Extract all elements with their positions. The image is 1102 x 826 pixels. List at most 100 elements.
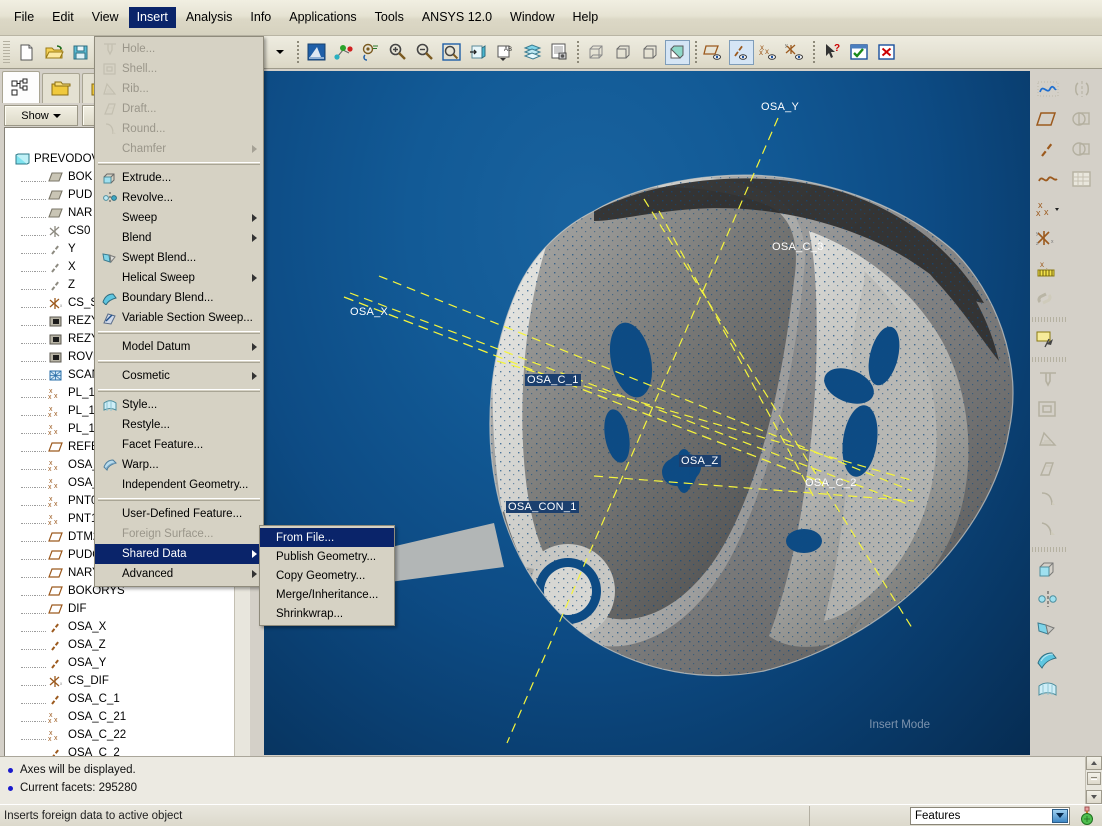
zoom-in-icon[interactable]	[385, 40, 410, 65]
insert-menu-item-advanced[interactable]: Advanced	[95, 564, 263, 584]
insert-menu-item-style[interactable]: Style...	[95, 395, 263, 415]
shared-data-submenu[interactable]: From File... Publish Geometry... Copy Geom…	[259, 525, 395, 626]
folder-browser-tab[interactable]	[42, 73, 80, 103]
appearance-icon[interactable]	[520, 40, 545, 65]
insert-menu-item-restyle[interactable]: Restyle...	[95, 415, 263, 435]
wireframe-icon[interactable]	[584, 40, 609, 65]
scroll-down-button[interactable]	[1086, 790, 1102, 804]
datum-axis-icon[interactable]	[1032, 135, 1064, 163]
insert-menu-item-revolve[interactable]: Revolve...	[95, 188, 263, 208]
menu-ansys[interactable]: ANSYS 12.0	[414, 7, 500, 28]
datum-axis-display-icon[interactable]	[729, 39, 754, 65]
show-button[interactable]: Show	[4, 105, 78, 126]
insert-menu-item-variable-section-sweep[interactable]: Variable Section Sweep...	[95, 308, 263, 328]
saved-view-icon[interactable]	[466, 40, 491, 65]
datum-point-icon[interactable]: xxx	[1032, 195, 1064, 223]
menu-insert[interactable]: Insert	[128, 7, 176, 28]
insert-menu-item-cosmetic[interactable]: Cosmetic	[95, 366, 263, 386]
style-icon[interactable]	[1032, 675, 1064, 703]
menu-applications[interactable]: Applications	[281, 7, 364, 28]
select-dropdown-icon[interactable]	[267, 40, 292, 65]
datum-curve-icon[interactable]	[1032, 165, 1064, 193]
datum-plane-icon[interactable]	[1032, 105, 1064, 133]
shared-data-item-merge-inheritance[interactable]: Merge/Inheritance...	[260, 585, 394, 604]
insert-menu-item-facet-feature[interactable]: Facet Feature...	[95, 435, 263, 455]
tree-item-dif[interactable]: DIF	[5, 600, 233, 618]
new-file-icon[interactable]	[14, 40, 39, 65]
rib-icon[interactable]	[1032, 425, 1064, 453]
toolbar-grip[interactable]	[3, 41, 10, 63]
chamfer-icon[interactable]	[1032, 515, 1064, 543]
draft-icon[interactable]	[1032, 455, 1064, 483]
model-tree-tab[interactable]	[2, 71, 40, 103]
hidden-line-icon[interactable]	[611, 40, 636, 65]
tree-item-osa-c-21[interactable]: x x x OSA_C_21	[5, 708, 233, 726]
zoom-out-icon[interactable]	[412, 40, 437, 65]
shared-data-item-shrinkwrap[interactable]: Shrinkwrap...	[260, 604, 394, 623]
insert-menu-item-shared-data[interactable]: Shared Data	[95, 544, 263, 564]
insert-menu-item-warp[interactable]: Warp...	[95, 455, 263, 475]
insert-menu-item-independent-geometry[interactable]: Independent Geometry...	[95, 475, 263, 495]
reorient-icon[interactable]	[358, 40, 383, 65]
extrude-icon[interactable]	[1032, 555, 1064, 583]
hole-icon[interactable]	[1032, 365, 1064, 393]
render-icon[interactable]	[547, 40, 572, 65]
accept-icon[interactable]	[847, 40, 872, 65]
tree-item-osa-z[interactable]: OSA_Z	[5, 636, 233, 654]
insert-menu-item-swept-blend[interactable]: Swept Blend...	[95, 248, 263, 268]
boundary-blend-icon[interactable]	[1032, 645, 1064, 673]
swept-blend-icon[interactable]	[1032, 615, 1064, 643]
tree-item-osa-c-1[interactable]: OSA_C_1	[5, 690, 233, 708]
shading-icon[interactable]	[665, 39, 690, 65]
shared-data-item-copy-geometry[interactable]: Copy Geometry...	[260, 566, 394, 585]
message-scrollbar[interactable]	[1085, 756, 1102, 804]
spin-center-icon[interactable]	[331, 40, 356, 65]
graphics-viewport[interactable]: OSA_Y OSA_C_3 OSA_X OSA_C_1 OSA_Z OSA_C_…	[264, 71, 1030, 755]
merge-icon[interactable]	[1066, 105, 1098, 133]
analysis-feature-icon[interactable]: x.	[1032, 255, 1064, 283]
insert-menu-item-helical-sweep[interactable]: Helical Sweep	[95, 268, 263, 288]
save-icon[interactable]	[68, 40, 93, 65]
help-pointer-icon[interactable]: ?	[820, 40, 845, 65]
repaint-icon[interactable]	[304, 40, 329, 65]
menu-tools[interactable]: Tools	[367, 7, 412, 28]
curve-from-data-icon[interactable]	[1032, 75, 1064, 103]
scroll-thumb[interactable]	[1087, 772, 1101, 785]
revolve-icon[interactable]	[1032, 585, 1064, 613]
chevron-down-icon[interactable]	[1052, 808, 1068, 823]
sketch-tool-icon[interactable]	[1032, 325, 1064, 353]
coord-sys-display-icon[interactable]: y	[783, 40, 808, 65]
tree-item-osa-c-22[interactable]: x x x OSA_C_22	[5, 726, 233, 744]
insert-menu-item-boundary-blend[interactable]: Boundary Blend...	[95, 288, 263, 308]
menu-analysis[interactable]: Analysis	[178, 7, 241, 28]
insert-menu-item-extrude[interactable]: Extrude...	[95, 168, 263, 188]
shared-data-item-from-file[interactable]: From File...	[260, 528, 394, 547]
open-file-icon[interactable]	[41, 40, 66, 65]
shared-data-item-publish-geometry[interactable]: Publish Geometry...	[260, 547, 394, 566]
pattern-icon[interactable]	[1066, 165, 1098, 193]
datum-point-display-icon[interactable]: xxx	[756, 40, 781, 65]
menu-info[interactable]: Info	[242, 7, 279, 28]
shell-icon[interactable]	[1032, 395, 1064, 423]
no-hidden-icon[interactable]	[638, 40, 663, 65]
insert-menu-item-model-datum[interactable]: Model Datum	[95, 337, 263, 357]
menu-edit[interactable]: Edit	[44, 7, 82, 28]
selection-filter-select[interactable]: Features	[910, 806, 1070, 825]
layer-icon[interactable]: AB	[493, 40, 518, 65]
insert-menu-dropdown[interactable]: Hole... Shell... Rib... Draft... Round... Cha…	[94, 36, 264, 587]
cancel-icon[interactable]	[874, 40, 899, 65]
insert-menu-item-sweep[interactable]: Sweep	[95, 208, 263, 228]
mirror-icon[interactable]	[1066, 75, 1098, 103]
menu-window[interactable]: Window	[502, 7, 562, 28]
coord-sys-icon[interactable]: yzx	[1032, 225, 1064, 253]
tree-item-osa-y[interactable]: OSA_Y	[5, 654, 233, 672]
round-icon[interactable]	[1032, 485, 1064, 513]
refit-icon[interactable]	[439, 40, 464, 65]
menu-file[interactable]: File	[6, 7, 42, 28]
chain-icon[interactable]	[1032, 285, 1064, 313]
scroll-up-button[interactable]	[1086, 756, 1102, 770]
tree-item-osa-x[interactable]: OSA_X	[5, 618, 233, 636]
menu-help[interactable]: Help	[565, 7, 607, 28]
insert-menu-item-user-defined-feature[interactable]: User-Defined Feature...	[95, 504, 263, 524]
menu-view[interactable]: View	[84, 7, 127, 28]
